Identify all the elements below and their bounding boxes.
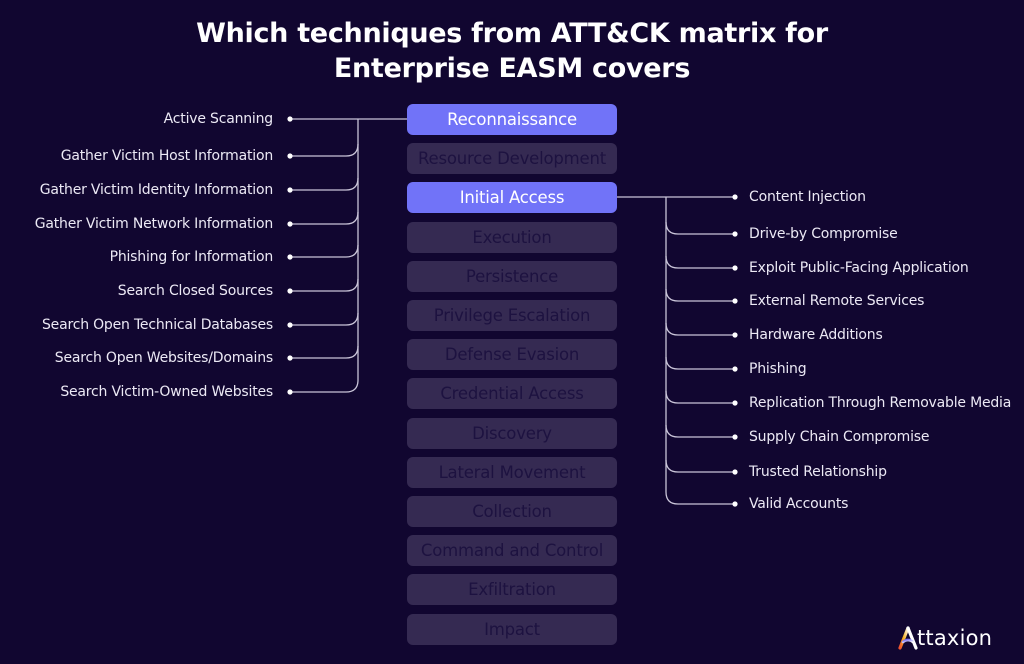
technique-phishing-for-information: Phishing for Information <box>109 249 274 265</box>
tactic-discovery[interactable]: Discovery <box>407 417 617 449</box>
bullet-dot <box>287 389 293 395</box>
connector-right-branch <box>665 424 735 438</box>
bullet-dot <box>732 501 738 507</box>
tactic-resource-development[interactable]: Resource Development <box>407 143 617 175</box>
tactic-credential-access[interactable]: Credential Access <box>407 378 617 410</box>
bullet-dot <box>732 298 738 304</box>
title-line-2: Enterprise EASM covers <box>333 53 691 84</box>
bullet-dot <box>732 366 738 372</box>
bullet-dot <box>287 322 293 328</box>
logo-text: ttaxion <box>917 626 993 650</box>
title-line-1: Which techniques from ATT&CK matrix for <box>196 18 828 49</box>
bullet-dot <box>287 254 293 260</box>
attaxion-logo: ttaxion <box>898 624 992 652</box>
tactic-collection[interactable]: Collection <box>407 496 617 527</box>
bullet-dot <box>287 153 293 159</box>
tactic-persistence[interactable]: Persistence <box>407 260 617 292</box>
connector-left-branch <box>290 211 359 225</box>
tactic-exfiltration[interactable]: Exfiltration <box>407 574 617 606</box>
tactic-lateral-movement[interactable]: Lateral Movement <box>407 456 617 488</box>
tactic-reconnaissance[interactable]: Reconnaissance <box>407 104 617 135</box>
connector-right-branch <box>665 255 735 269</box>
technique-search-victim-owned-websites: Search Victim-Owned Websites <box>60 384 273 400</box>
technique-gather-victim-identity-information: Gather Victim Identity Information <box>39 182 273 198</box>
technique-search-open-websites-domains: Search Open Websites/Domains <box>54 350 273 366</box>
technique-valid-accounts: Valid Accounts <box>749 496 849 512</box>
technique-replication-through-removable-media: Replication Through Removable Media <box>749 395 1012 411</box>
connector-right-branch <box>665 459 735 473</box>
connector-left-branch <box>290 379 359 393</box>
technique-exploit-public-facing-application: Exploit Public-Facing Application <box>749 260 969 276</box>
connector-right-branch <box>665 390 735 404</box>
bullet-dot <box>732 434 738 440</box>
bullet-dot <box>732 469 738 475</box>
bullet-dot <box>732 400 738 406</box>
technique-trusted-relationship: Trusted Relationship <box>749 464 887 480</box>
technique-supply-chain-compromise: Supply Chain Compromise <box>749 429 930 445</box>
connector-left-branch <box>290 345 359 359</box>
technique-search-closed-sources: Search Closed Sources <box>117 283 273 299</box>
technique-gather-victim-host-information: Gather Victim Host Information <box>60 148 274 164</box>
tactic-impact[interactable]: Impact <box>407 613 617 645</box>
technique-phishing: Phishing <box>749 361 807 377</box>
page-title: Which techniques from ATT&CK matrix for … <box>0 16 1024 86</box>
connector-left-branch <box>290 278 359 292</box>
connector-right-branch <box>665 491 735 505</box>
tactic-defense-evasion[interactable]: Defense Evasion <box>407 339 617 371</box>
technique-content-injection: Content Injection <box>749 189 866 205</box>
connector-left-branch <box>290 244 359 258</box>
bullet-dot <box>287 355 293 361</box>
tactic-initial-access[interactable]: Initial Access <box>407 182 617 214</box>
technique-external-remote-services: External Remote Services <box>749 293 925 309</box>
tactic-execution[interactable]: Execution <box>407 221 617 253</box>
bullet-dot <box>732 265 738 271</box>
technique-search-open-technical-databases: Search Open Technical Databases <box>41 317 273 333</box>
technique-gather-victim-network-information: Gather Victim Network Information <box>34 216 273 232</box>
bullet-dot <box>287 221 293 227</box>
technique-drive-by-compromise: Drive-by Compromise <box>749 226 898 242</box>
connector-right-branch <box>665 322 735 336</box>
technique-active-scanning: Active Scanning <box>163 111 274 127</box>
bullet-dot <box>287 187 293 193</box>
bullet-dot <box>732 231 738 237</box>
connector-right-branch <box>665 221 735 235</box>
tactic-command-and-control[interactable]: Command and Control <box>407 535 617 567</box>
bullet-dot <box>732 194 738 200</box>
connector-left-branch <box>290 177 359 191</box>
tactic-privilege-escalation[interactable]: Privilege Escalation <box>407 300 617 331</box>
bullet-dot <box>732 332 738 338</box>
connector-left-branch <box>290 143 359 157</box>
connector-right-branch <box>665 356 735 370</box>
connector-left-branch <box>290 312 359 326</box>
bullet-dot <box>287 116 293 122</box>
connector-right-branch <box>665 288 735 302</box>
technique-hardware-additions: Hardware Additions <box>749 327 883 343</box>
attaxion-logo-icon <box>898 626 918 650</box>
bullet-dot <box>287 288 293 294</box>
